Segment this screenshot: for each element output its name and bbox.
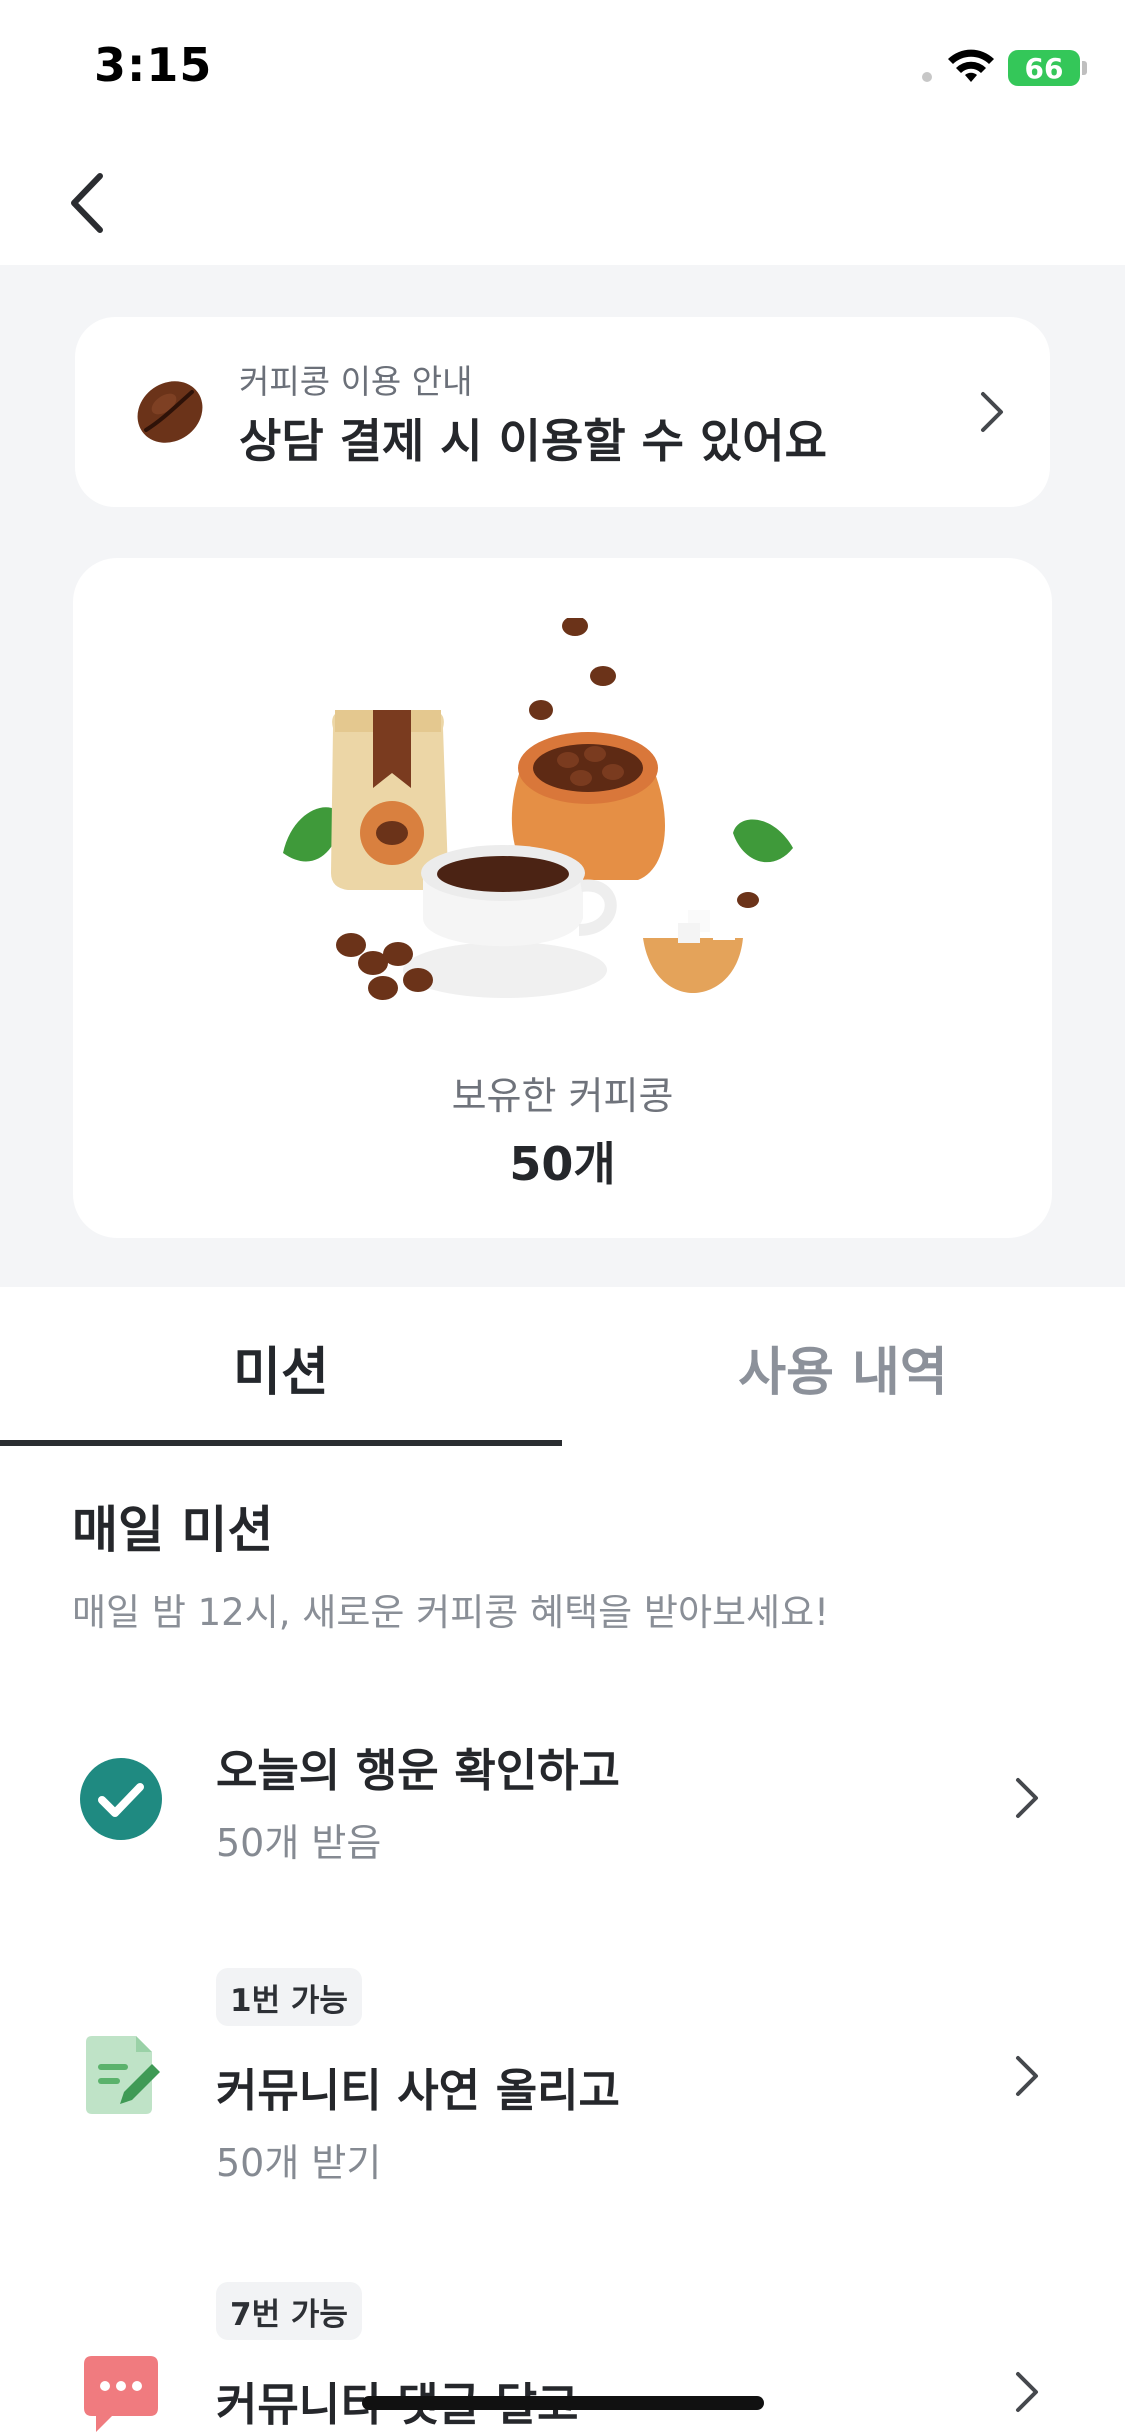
chevron-right-icon <box>1016 1778 1038 1818</box>
section-subtitle: 매일 밤 12시, 새로운 커피콩 혜택을 받아보세요! <box>72 1591 829 1634</box>
mission-title: 오늘의 행운 확인하고 <box>216 1744 620 1797</box>
battery-cap <box>1082 61 1087 75</box>
coffee-illustration <box>283 618 793 1000</box>
mission-reward: 50개 받기 <box>216 2141 382 2185</box>
coffee-bean-icon <box>137 381 203 443</box>
section-title: 매일 미션 <box>72 1501 274 1559</box>
status-time: 3:15 <box>94 38 213 92</box>
status-indicator-dot <box>922 72 932 82</box>
battery-icon: 66 <box>1008 50 1080 86</box>
battery-level: 66 <box>1024 51 1064 85</box>
chevron-right-icon <box>1016 2056 1038 2096</box>
tab-selected-indicator <box>0 1440 562 1446</box>
back-button[interactable] <box>52 158 122 248</box>
nav-bar <box>0 140 1125 265</box>
mission-badge: 1번 가능 <box>216 1968 362 2026</box>
home-indicator[interactable] <box>362 2396 764 2410</box>
chevron-left-icon <box>71 173 103 233</box>
info-card-title: 상담 결제 시 이용할 수 있어요 <box>239 414 827 468</box>
comment-bubble-icon <box>84 2356 158 2432</box>
info-card-subtitle: 커피콩 이용 안내 <box>239 362 473 401</box>
coupon-summary-area: 커피콩 이용 안내 상담 결제 시 이용할 수 있어요 보유한 커피콩 50개 <box>0 265 1125 1287</box>
chevron-right-icon <box>1016 2372 1038 2412</box>
mission-badge: 7번 가능 <box>216 2282 362 2340</box>
write-post-icon <box>86 2036 160 2114</box>
mission-title: 커뮤니티 사연 올리고 <box>216 2064 620 2117</box>
mission-item-community-post[interactable]: 1번 가능 커뮤니티 사연 올리고 50개 받기 <box>0 1960 1125 2200</box>
screen: 3:15 66 커피콩 이용 안내 상담 결제 시 이용할 수 있어요 보유한 … <box>0 0 1125 2436</box>
check-circle-icon <box>80 1758 162 1840</box>
tab-usage-history[interactable]: 사용 내역 <box>562 1287 1124 1447</box>
wifi-icon <box>948 49 994 82</box>
mission-item-community-comment[interactable]: 7번 가능 커뮤니티 댓글 달고 <box>0 2272 1125 2436</box>
mission-item-lucky[interactable]: 오늘의 행운 확인하고 50개 받음 <box>0 1700 1125 1920</box>
tab-bar: 미션 사용 내역 <box>0 1287 1125 1447</box>
tab-mission[interactable]: 미션 <box>0 1287 562 1447</box>
status-bar: 3:15 66 <box>0 0 1125 140</box>
coupon-usage-info-card[interactable]: 커피콩 이용 안내 상담 결제 시 이용할 수 있어요 <box>75 317 1050 507</box>
coupon-balance-count: 50개 <box>509 1137 616 1191</box>
mission-reward: 50개 받음 <box>216 1821 382 1865</box>
chevron-right-icon <box>981 392 1003 432</box>
coupon-balance-card: 보유한 커피콩 50개 <box>73 558 1052 1238</box>
coupon-balance-label: 보유한 커피콩 <box>451 1074 674 1118</box>
